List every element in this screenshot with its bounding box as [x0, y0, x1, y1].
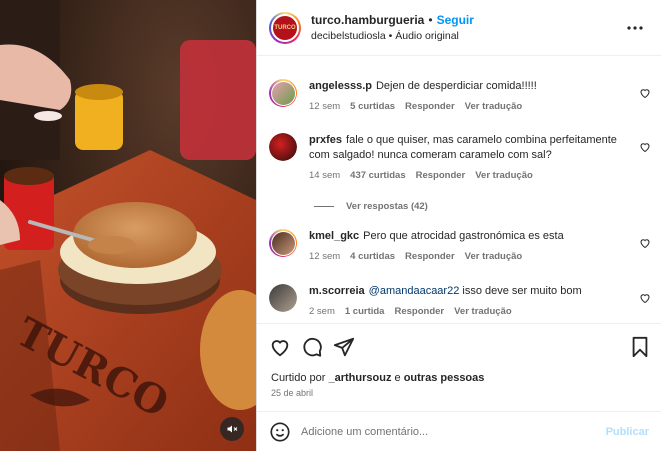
comment-time: 14 sem — [309, 170, 341, 181]
comment-time: 2 sem — [309, 306, 335, 317]
save-bookmark-icon[interactable] — [629, 336, 651, 358]
comment-item: m.scorreia @amandaacaar22 isso deve ser m… — [269, 284, 651, 317]
header-separator: • — [428, 12, 433, 27]
comment-likes[interactable]: 4 curtidas — [350, 251, 395, 262]
comment-text: Pero que atrocidad gastronómica es esta — [363, 230, 564, 242]
liked-by-middle: e — [391, 372, 404, 384]
comment-text: isso deve ser muito bom — [459, 285, 582, 297]
view-replies-button[interactable]: Ver respostas (42) — [314, 201, 428, 212]
post-actions-bar — [269, 334, 651, 360]
liked-by-user[interactable]: _arthursouz — [328, 372, 391, 384]
comment-likes[interactable]: 5 curtidas — [350, 101, 395, 112]
liked-by-others[interactable]: outras pessoas — [404, 372, 485, 384]
comment-text: fale o que quiser, mas caramelo combina … — [309, 134, 617, 161]
audio-separator: • — [388, 29, 393, 42]
like-heart-icon[interactable] — [269, 336, 291, 358]
comments-list[interactable]: angelesss.p Dejen de desperdiciar comida!… — [257, 57, 661, 324]
audio-label[interactable]: Áudio original — [395, 30, 459, 42]
post-side-panel: TURCO turco.hamburgueria • Seguir decibels… — [256, 0, 661, 451]
liked-by-summary: Curtido por _arthursouz e outras pessoas — [271, 372, 484, 384]
comment-likes[interactable]: 437 curtidas — [350, 170, 405, 181]
like-comment-heart-icon[interactable] — [639, 87, 651, 99]
speaker-muted-icon — [227, 425, 238, 433]
author-username[interactable]: turco.hamburgueria — [311, 13, 424, 27]
emoji-icon[interactable] — [269, 421, 291, 443]
avatar-logo-text: TURCO — [271, 13, 299, 42]
reply-button[interactable]: Responder — [405, 251, 455, 262]
like-comment-heart-icon[interactable] — [639, 292, 651, 304]
replies-divider — [314, 206, 334, 207]
comment-time: 12 sem — [309, 101, 341, 112]
liked-by-prefix: Curtido por — [271, 372, 329, 384]
video-frame: TURCO — [0, 0, 256, 451]
translate-button[interactable]: Ver tradução — [465, 251, 523, 262]
commenter-avatar[interactable] — [269, 79, 297, 107]
comment-text: Dejen de desperdiciar comida!!!!! — [375, 80, 537, 92]
audio-author[interactable]: decibelstudiosla — [311, 30, 386, 42]
share-paper-plane-icon[interactable] — [333, 336, 355, 358]
comment-mention[interactable]: @amandaacaar22 — [369, 285, 460, 297]
author-avatar[interactable]: TURCO — [269, 11, 301, 44]
reply-button[interactable]: Responder — [416, 170, 466, 181]
like-comment-heart-icon[interactable] — [639, 237, 651, 249]
like-comment-heart-icon[interactable] — [639, 141, 651, 153]
comment-item: kmel_gkc Pero que atrocidad gastronómica … — [269, 229, 651, 262]
comment-input[interactable] — [301, 425, 606, 438]
post-header: TURCO turco.hamburgueria • Seguir decibels… — [257, 0, 661, 56]
post-comment-button[interactable]: Publicar — [606, 426, 649, 438]
mute-toggle-button[interactable] — [220, 417, 244, 441]
comment-username[interactable]: prxfes — [309, 134, 342, 146]
translate-button[interactable]: Ver tradução — [475, 170, 533, 181]
post-video[interactable]: TURCO — [0, 0, 256, 451]
comment-item: angelesss.p Dejen de desperdiciar comida!… — [269, 79, 651, 112]
commenter-avatar[interactable] — [269, 133, 297, 161]
more-horizontal-icon — [627, 25, 643, 30]
post-date[interactable]: 25 de abril — [271, 388, 313, 398]
translate-button[interactable]: Ver tradução — [454, 306, 512, 317]
commenter-avatar[interactable] — [269, 229, 297, 257]
comment-username[interactable]: kmel_gkc — [309, 230, 359, 242]
follow-button[interactable]: Seguir — [437, 13, 474, 27]
view-replies-label: Ver respostas (42) — [346, 201, 428, 212]
reply-button[interactable]: Responder — [394, 306, 444, 317]
comment-username[interactable]: angelesss.p — [309, 80, 372, 92]
reply-button[interactable]: Responder — [405, 101, 455, 112]
commenter-avatar[interactable] — [269, 284, 297, 312]
comment-time: 12 sem — [309, 251, 341, 262]
comment-likes[interactable]: 1 curtida — [345, 306, 385, 317]
comment-item: prxfes fale o que quiser, mas caramelo co… — [269, 133, 651, 181]
add-comment-bar: Publicar — [257, 411, 661, 451]
more-options-button[interactable] — [623, 16, 647, 40]
comment-bubble-icon[interactable] — [301, 336, 323, 358]
translate-button[interactable]: Ver tradução — [465, 101, 523, 112]
comment-username[interactable]: m.scorreia — [309, 285, 365, 297]
